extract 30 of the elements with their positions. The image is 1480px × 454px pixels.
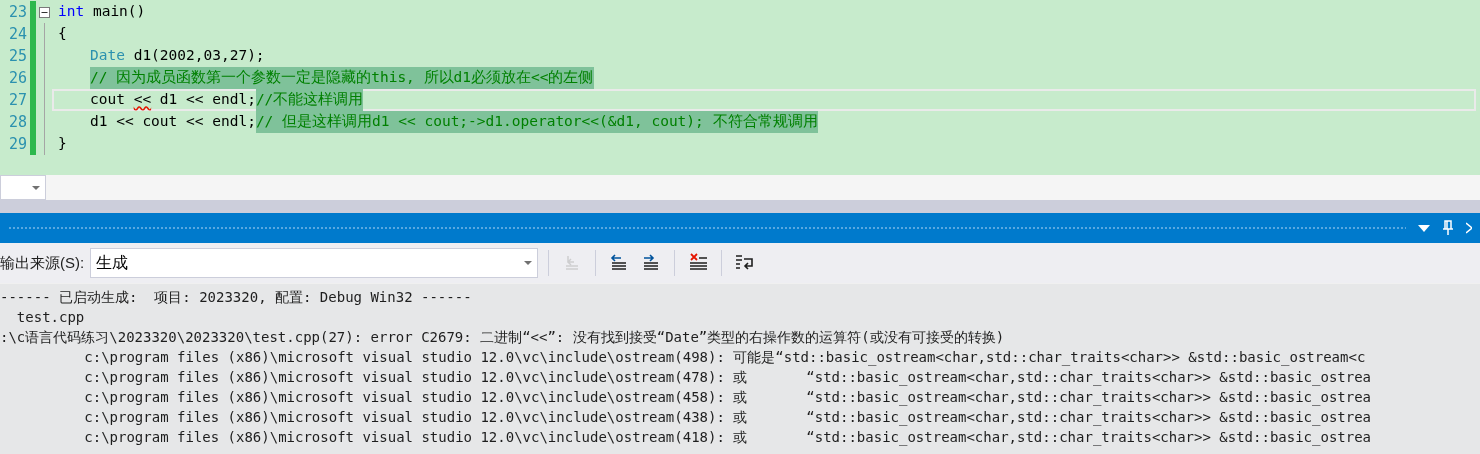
code-line: int main() <box>57 2 147 22</box>
line-number: 24 <box>7 24 27 45</box>
output-line: c:\program files (x86)\microsoft visual studio 12.0\vc\include\ostream(458): 或 “std::basic_ostream<char,std::char_traits<char>> &std::basic_ostrea <box>83 388 1372 407</box>
line-number: 27 <box>7 90 27 111</box>
code-line: { <box>57 24 68 44</box>
collapse-icon[interactable] <box>38 6 50 18</box>
output-line: :\c语言代码练习\2023320\2023320\test.cpp(27): error C2679: 二进制“<<”: 没有找到接受“Date”类型的右操作数的运算符(或没有可接受的转换) <box>0 328 1005 347</box>
line-number: 25 <box>7 46 27 67</box>
line-number: 23 <box>7 2 27 23</box>
dropdown-arrow-icon[interactable] <box>1418 224 1430 232</box>
line-number: 29 <box>7 134 27 155</box>
output-source-select[interactable]: 生成 <box>90 248 539 278</box>
output-line: c:\program files (x86)\microsoft visual studio 12.0\vc\include\ostream(438): 或 “std::basic_ostream<char,std::char_traits<char>> &std::basic_ostrea <box>83 408 1372 427</box>
code-line: // 因为成员函数第一个参数一定是隐藏的this, 所以d1必须放在<<的左侧 <box>52 67 1480 89</box>
code-line: } <box>57 134 68 154</box>
clear-all-icon <box>687 253 710 273</box>
output-line: test.cpp <box>15 308 85 327</box>
code-line: d1 << cout << endl;// 但是这样调用d1 << cout;->d1.operator<<(&d1, cout); 不符合常规调用 <box>52 111 1480 133</box>
output-line: ------ 已启动生成: 项目: 2023320, 配置: Debug Win32 ------ <box>0 288 472 307</box>
code-line: Date d1(2002,03,27); <box>89 46 266 66</box>
output-line: c:\program files (x86)\microsoft visual studio 12.0\vc\include\ostream(478): 或 “std::basic_ostream<char,std::char_traits<char>> &std::basic_ostrea <box>83 368 1372 387</box>
line-number: 26 <box>7 68 27 89</box>
line-number: 28 <box>7 112 27 133</box>
pin-icon[interactable] <box>1442 220 1454 236</box>
dropdown-arrow-icon <box>32 185 40 190</box>
output-line: c:\program files (x86)\microsoft visual studio 12.0\vc\include\ostream(418): 或 “std::basic_ostream<char,std::char_traits<char>> &std::basic_ostrea <box>83 428 1372 447</box>
output-line: c:\program files (x86)\microsoft visual studio 12.0\vc\include\ostream(498): 可能是“std::basic_ostream<char,std::char_traits<char>> &std::basic_ostream<c <box>83 348 1366 367</box>
output-source-label: 输出来源(S): <box>0 252 85 273</box>
dropdown-field[interactable] <box>0 175 46 200</box>
dropdown-arrow-icon <box>524 261 533 265</box>
